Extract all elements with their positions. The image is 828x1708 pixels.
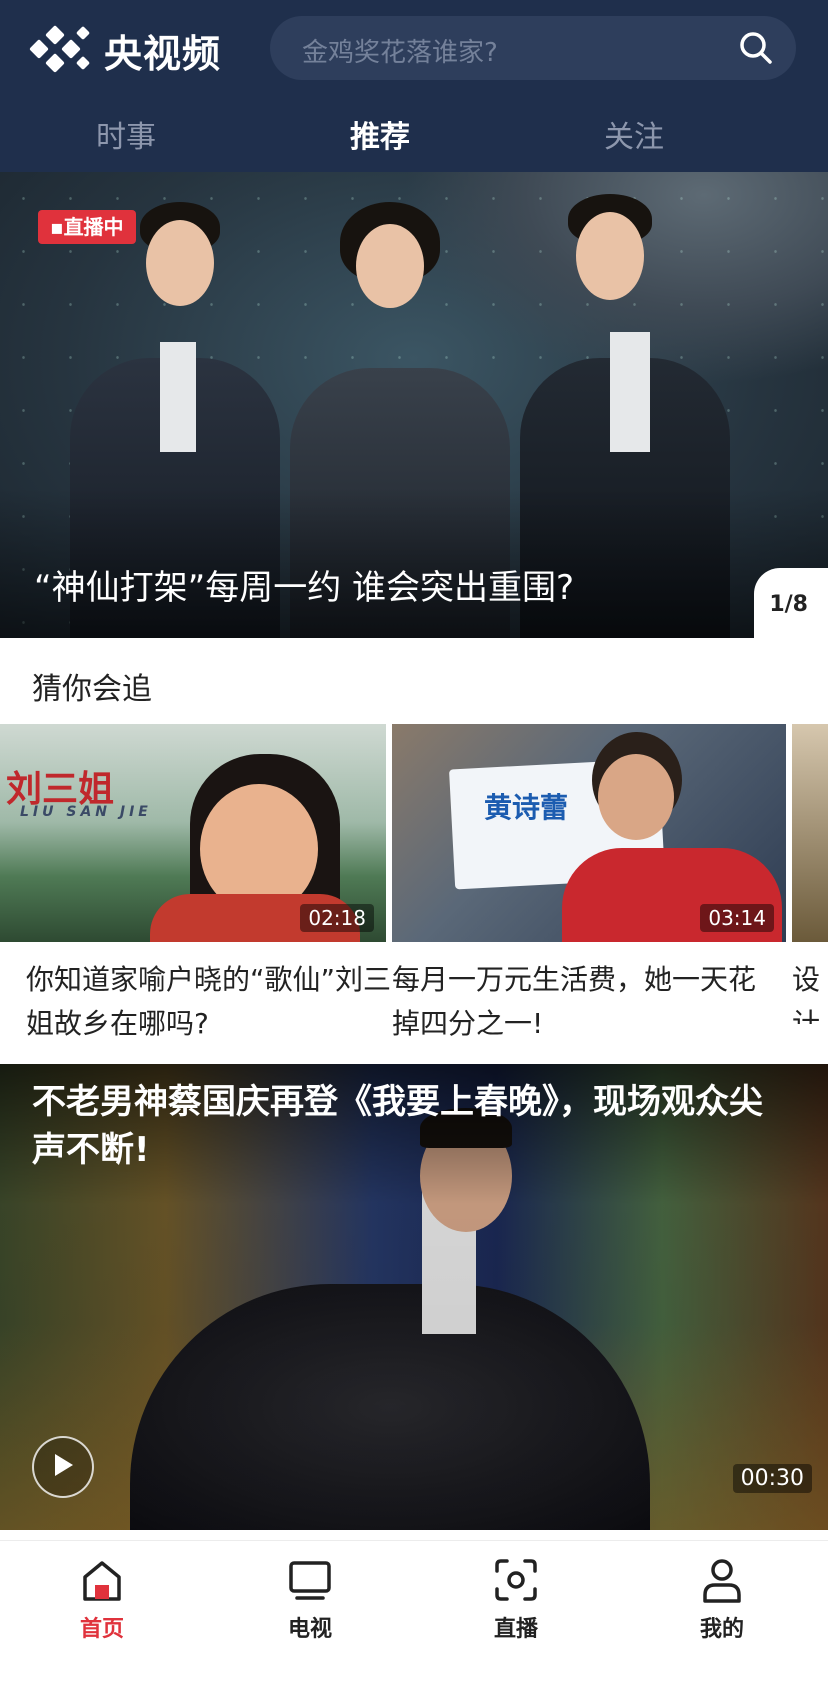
video-card-partial[interactable]: 设计厅变 bbox=[792, 724, 828, 1024]
nav-label: 电视 bbox=[287, 1617, 332, 1642]
search-icon[interactable] bbox=[738, 30, 774, 66]
video-thumbnail: 刘三姐 LIU SAN JIE 02:18 bbox=[0, 724, 386, 942]
channel-tabs: 时事 推荐 关注 bbox=[0, 100, 828, 164]
nav-label: 我的 bbox=[699, 1617, 744, 1642]
nav-live[interactable]: 直播 bbox=[456, 1555, 576, 1643]
app-logo[interactable]: 央视频 bbox=[29, 20, 222, 80]
name-banner-text: 黄诗蕾 bbox=[484, 791, 569, 824]
video-title[interactable]: 你知道家喻户晓的“歌仙”刘三姐故乡在哪吗? bbox=[26, 958, 396, 1046]
app-name: 央视频 bbox=[104, 31, 222, 76]
tab-current-affairs[interactable]: 时事 bbox=[46, 112, 206, 156]
video-duration: 02:18 bbox=[300, 904, 374, 932]
section-title-guess: 猜你会追 bbox=[32, 672, 152, 707]
featured-video[interactable]: 不老男神蔡国庆再登《我要上春晚》，现场观众尖声不断! 00:30 bbox=[0, 1064, 828, 1530]
host-face-center bbox=[356, 224, 424, 308]
tv-icon bbox=[289, 1561, 331, 1600]
feature-title[interactable]: 不老男神蔡国庆再登《我要上春晚》，现场观众尖声不断! bbox=[32, 1078, 792, 1174]
host-face-left bbox=[146, 220, 214, 306]
tab-recommended[interactable]: 推荐 bbox=[300, 112, 460, 156]
top-header: 央视频 金鸡奖花落谁家? 时事 推荐 关注 bbox=[0, 0, 828, 172]
nav-tv[interactable]: 电视 bbox=[250, 1555, 370, 1643]
live-icon bbox=[495, 1559, 537, 1601]
live-badge: ▪直播中 bbox=[38, 210, 136, 244]
play-icon bbox=[55, 1454, 73, 1476]
page-indicator: 1/8 bbox=[769, 592, 808, 617]
nav-label: 直播 bbox=[493, 1617, 538, 1642]
home-icon bbox=[83, 1561, 121, 1601]
profile-icon bbox=[703, 1559, 741, 1603]
host-shirt-left bbox=[160, 342, 196, 452]
video-thumbnail bbox=[792, 724, 828, 942]
bottom-navigation: 首页 电视 直播 我的 bbox=[0, 1540, 828, 1708]
hero-title[interactable]: “神仙打架”每周一约 谁会突出重围? bbox=[34, 560, 574, 609]
nav-label: 首页 bbox=[79, 1617, 124, 1642]
poster-subtitle: LIU SAN JIE bbox=[20, 804, 152, 820]
nav-home[interactable]: 首页 bbox=[42, 1555, 162, 1643]
logo-mark-icon bbox=[29, 24, 92, 76]
search-input[interactable]: 金鸡奖花落谁家? bbox=[302, 32, 498, 69]
video-duration: 03:14 bbox=[700, 904, 774, 932]
play-button[interactable] bbox=[32, 1436, 94, 1498]
search-bar[interactable]: 金鸡奖花落谁家? bbox=[270, 16, 796, 80]
nav-profile[interactable]: 我的 bbox=[662, 1555, 782, 1643]
girl-face bbox=[598, 754, 674, 840]
video-thumbnail: 黄诗蕾 03:14 bbox=[392, 724, 786, 942]
video-title[interactable]: 每月一万元生活费，她一天花掉四分之一! bbox=[392, 958, 762, 1046]
video-card[interactable]: 刘三姐 LIU SAN JIE 02:18 你知道家喻户晓的“歌仙”刘三姐故乡在… bbox=[0, 724, 391, 1040]
tab-following[interactable]: 关注 bbox=[554, 112, 714, 156]
video-title[interactable]: 设计厅变 bbox=[792, 958, 822, 1024]
video-card[interactable]: 黄诗蕾 03:14 每月一万元生活费，她一天花掉四分之一! bbox=[392, 724, 786, 1040]
host-shirt-right bbox=[610, 332, 650, 452]
video-duration: 00:30 bbox=[732, 1464, 812, 1493]
host-face-right bbox=[576, 212, 644, 300]
